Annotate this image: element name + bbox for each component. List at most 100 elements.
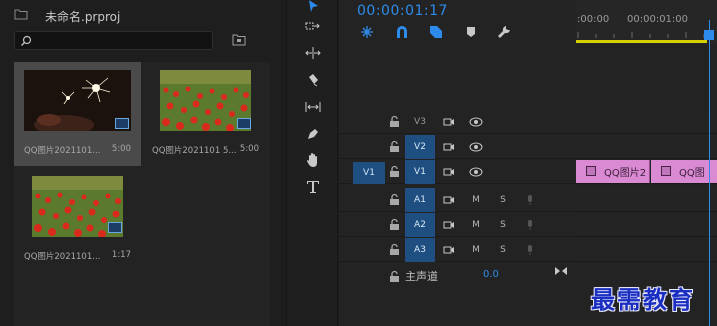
folder-icon xyxy=(14,9,28,20)
new-bin-icon[interactable] xyxy=(232,33,246,46)
clip-label: QQ图 xyxy=(679,168,705,179)
sync-lock-icon[interactable] xyxy=(442,166,456,178)
work-area-bar[interactable] xyxy=(576,40,707,43)
type-tool[interactable] xyxy=(303,177,323,197)
eye-icon[interactable] xyxy=(469,116,483,128)
track-label-v3[interactable]: V3 xyxy=(405,110,435,134)
mute-button[interactable]: M xyxy=(469,244,483,256)
timeline-clip-2[interactable]: QQ图 xyxy=(651,160,717,183)
clip-name: QQ图片2021101... xyxy=(24,252,101,262)
slip-tool[interactable] xyxy=(303,97,323,117)
solo-button[interactable]: S xyxy=(496,244,510,256)
sync-lock-icon[interactable] xyxy=(442,116,456,128)
timeline-panel: 00:00:01:17 :00:00 00:00:01:00 V3 V2 V1 … xyxy=(339,0,717,326)
track-header-a3: A3 M S xyxy=(339,238,576,262)
track-select-tool[interactable] xyxy=(303,16,323,36)
pen-tool[interactable] xyxy=(303,124,323,144)
track-header-a1: A1 M S xyxy=(339,188,576,212)
track-lane-a3[interactable] xyxy=(576,238,717,262)
ruler-ticks xyxy=(577,32,705,38)
project-bin: QQ图片2021101... 5:00 QQ图片2021101 5... 5:0… xyxy=(14,62,270,326)
clip-duration: 1:17 xyxy=(111,250,131,260)
lock-icon[interactable] xyxy=(389,193,400,206)
master-volume-value[interactable]: 0.0 xyxy=(483,269,499,280)
project-clip-1[interactable]: QQ图片2021101... 5:00 xyxy=(14,62,141,166)
clip-duration: 5:00 xyxy=(239,144,259,154)
add-marker-icon[interactable] xyxy=(463,24,479,40)
mute-button[interactable]: M xyxy=(469,219,483,231)
pen-icon xyxy=(308,129,318,139)
clip-name: QQ图片2021101... xyxy=(24,146,101,156)
timeline-clip-1[interactable]: QQ图片2 xyxy=(576,160,650,183)
snap-icon[interactable] xyxy=(394,24,410,40)
type-icon xyxy=(307,181,319,193)
master-track-label: 主声道 xyxy=(405,270,438,283)
ruler-mid-label: 00:00:01:00 xyxy=(627,14,689,25)
track-label-v1[interactable]: V1 xyxy=(405,160,435,184)
video-badge-icon xyxy=(115,118,129,129)
track-header-v1: V1 V1 xyxy=(339,160,576,184)
project-search-input[interactable] xyxy=(14,31,213,50)
razor-icon xyxy=(309,74,318,87)
track-lane-v2[interactable] xyxy=(576,135,717,159)
mute-button[interactable]: M xyxy=(469,194,483,206)
hand-icon xyxy=(307,153,317,167)
project-clip-2[interactable]: QQ图片2021101 5... 5:00 xyxy=(142,62,269,166)
lock-icon[interactable] xyxy=(389,243,400,256)
solo-button[interactable]: S xyxy=(496,194,510,206)
track-lane-v3[interactable] xyxy=(576,110,717,134)
project-clip-3[interactable]: QQ图片2021101... 1:17 xyxy=(14,168,141,272)
ripple-edit-tool[interactable] xyxy=(303,43,323,63)
project-panel: 未命名.prproj QQ图片2021101... 5:00 QQ图片20211… xyxy=(0,0,280,326)
video-badge-icon xyxy=(237,118,251,129)
track-label-a3[interactable]: A3 xyxy=(405,238,435,262)
track-lane-a1[interactable] xyxy=(576,188,717,212)
clip-name: QQ图片2021101 5... xyxy=(152,146,237,156)
tools-panel xyxy=(286,0,338,326)
hand-tool[interactable] xyxy=(303,150,323,170)
project-title: 未命名.prproj xyxy=(45,10,121,24)
playhead-handle[interactable] xyxy=(704,30,714,40)
nest-toggle-icon[interactable] xyxy=(359,24,375,40)
watermark-text: 最需教育 xyxy=(591,285,695,314)
time-ruler[interactable]: :00:00 00:00:01:00 xyxy=(576,0,717,44)
clip-label: QQ图片2 xyxy=(604,168,647,179)
playhead-timecode[interactable]: 00:00:01:17 xyxy=(357,3,448,19)
track-header-v3: V3 xyxy=(339,110,576,134)
track-lane-a2[interactable] xyxy=(576,213,717,237)
track-header-a2: A2 M S xyxy=(339,213,576,237)
track-label-a1[interactable]: A1 xyxy=(405,188,435,212)
track-label-a2[interactable]: A2 xyxy=(405,213,435,237)
microphone-icon[interactable] xyxy=(523,194,537,206)
track-select-icon xyxy=(305,22,320,30)
source-patch-v1[interactable]: V1 xyxy=(353,162,385,184)
master-lock-icon[interactable] xyxy=(389,270,400,283)
microphone-icon[interactable] xyxy=(523,244,537,256)
clip-duration: 5:00 xyxy=(111,144,131,154)
sync-lock-icon[interactable] xyxy=(442,141,456,153)
wrench-settings-icon[interactable] xyxy=(496,24,512,40)
solo-button[interactable]: S xyxy=(496,219,510,231)
sync-lock-icon[interactable] xyxy=(442,219,456,231)
lock-icon[interactable] xyxy=(389,115,400,128)
razor-tool[interactable] xyxy=(303,70,323,90)
selection-tool[interactable] xyxy=(303,0,323,16)
selection-arrow-icon xyxy=(309,0,318,12)
track-label-v2[interactable]: V2 xyxy=(405,135,435,159)
fx-badge-icon xyxy=(586,166,596,176)
project-header: 未命名.prproj xyxy=(0,0,280,30)
linked-selection-icon[interactable] xyxy=(428,24,444,40)
ripple-edit-icon xyxy=(305,47,321,59)
eye-icon[interactable] xyxy=(469,141,483,153)
eye-icon[interactable] xyxy=(469,166,483,178)
sync-lock-icon[interactable] xyxy=(442,244,456,256)
lock-icon[interactable] xyxy=(389,218,400,231)
lock-icon[interactable] xyxy=(389,165,400,178)
sequence-badge-icon xyxy=(108,222,122,233)
playhead-line[interactable] xyxy=(709,20,710,326)
lock-icon[interactable] xyxy=(389,140,400,153)
microphone-icon[interactable] xyxy=(523,219,537,231)
search-icon xyxy=(21,35,32,46)
go-to-edit-icon[interactable] xyxy=(554,265,568,277)
sync-lock-icon[interactable] xyxy=(442,194,456,206)
